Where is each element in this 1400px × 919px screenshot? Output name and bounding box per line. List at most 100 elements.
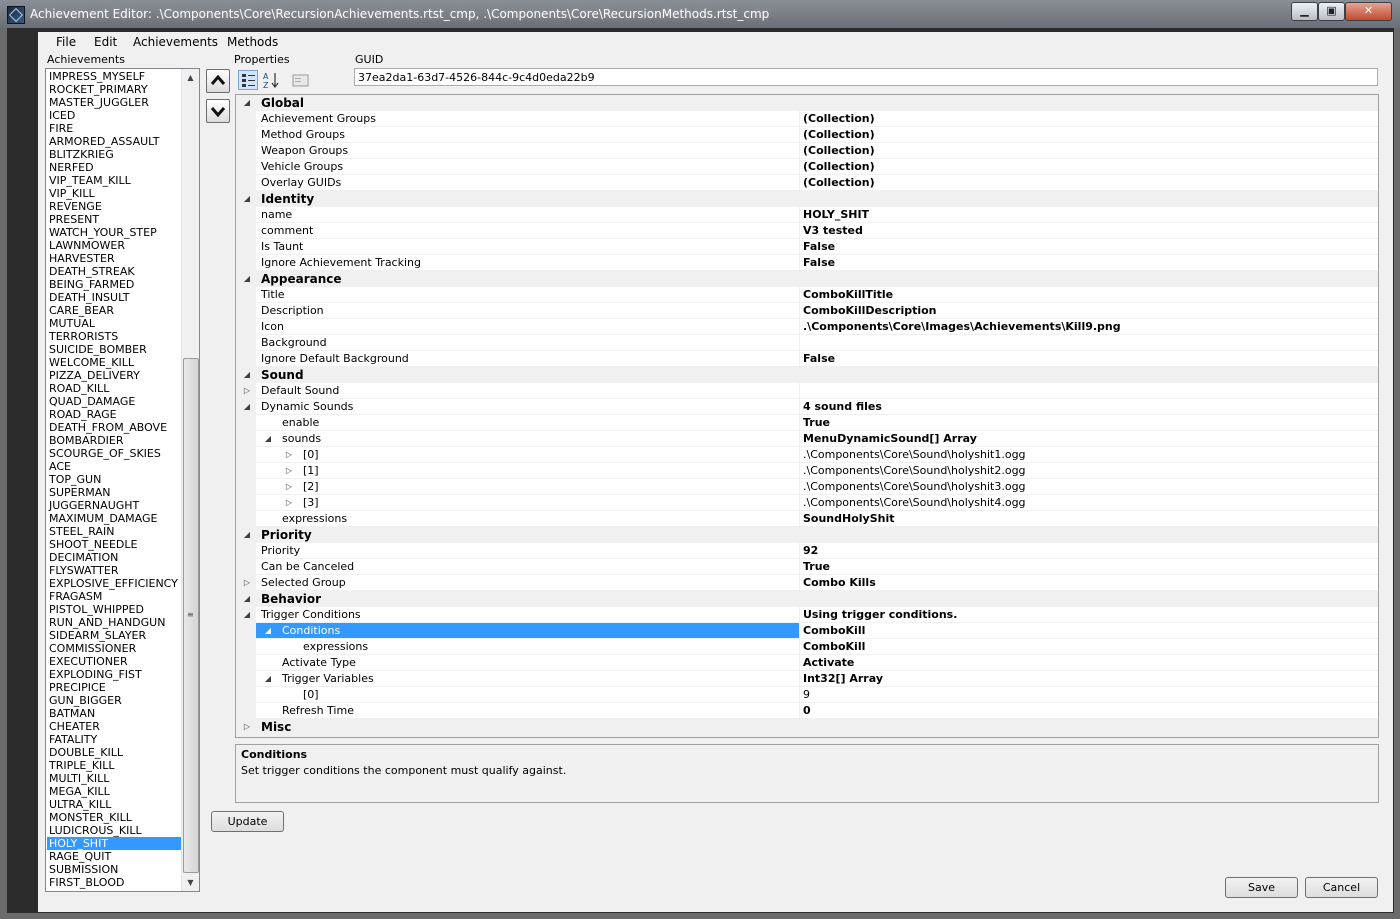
list-item[interactable]: ULTRA_KILL — [47, 798, 181, 811]
collapse-arrow-icon[interactable]: ◢ — [242, 527, 252, 543]
scroll-up-arrow-icon[interactable]: ▲ — [182, 69, 199, 86]
grid-property-row[interactable]: Ignore Default Background False — [236, 351, 1378, 367]
collapse-arrow-icon[interactable]: ◢ — [242, 607, 252, 623]
property-name[interactable]: Trigger Variables ◢ — [256, 671, 800, 686]
list-item[interactable]: ROCKET_PRIMARY — [47, 83, 181, 96]
grid-property-row[interactable]: [2] ▷ .\Components\Core\Sound\holyshit3.og… — [236, 479, 1378, 495]
grid-property-row[interactable]: Icon .\Components\Core\Images\Achievement… — [236, 319, 1378, 335]
property-name[interactable]: Vehicle Groups — [256, 159, 800, 174]
list-item[interactable]: LAWNMOWER — [47, 239, 181, 252]
list-item[interactable]: MULTI_KILL — [47, 772, 181, 785]
list-item[interactable]: FLYSWATTER — [47, 564, 181, 577]
property-value[interactable]: Using trigger conditions. — [800, 607, 1378, 622]
expand-arrow-icon[interactable]: ▷ — [284, 495, 294, 510]
grid-property-row[interactable]: Overlay GUIDs (Collection) — [236, 175, 1378, 191]
menu-file[interactable]: File — [56, 35, 76, 49]
property-name[interactable]: Weapon Groups — [256, 143, 800, 158]
list-item[interactable]: SCOURGE_OF_SKIES — [47, 447, 181, 460]
property-value[interactable]: Combo Kills — [800, 575, 1378, 590]
list-item[interactable]: QUAD_DAMAGE — [47, 395, 181, 408]
property-name[interactable]: Description — [256, 303, 800, 318]
list-item[interactable]: MAXIMUM_DAMAGE — [47, 512, 181, 525]
grid-category-row[interactable]: ▷ Misc — [236, 719, 1378, 735]
minimize-button[interactable]: ▁ — [1291, 2, 1318, 21]
list-item[interactable]: DEATH_STREAK — [47, 265, 181, 278]
property-value[interactable]: V3 tested — [800, 223, 1378, 238]
property-value[interactable]: 4 sound files — [800, 399, 1378, 414]
categorized-view-button[interactable] — [238, 70, 258, 90]
grid-category-row[interactable]: ◢ Behavior — [236, 591, 1378, 607]
category-name[interactable]: Misc — [256, 719, 805, 734]
category-name[interactable]: Appearance — [256, 271, 805, 286]
property-grid[interactable]: ◢ Global Achievement Groups (Collection) Met… — [235, 94, 1379, 738]
grid-category-row[interactable]: ◢ Appearance — [236, 271, 1378, 287]
achievements-scrollbar[interactable]: ▲ ≡ ▼ — [181, 69, 199, 891]
property-value[interactable]: 0 — [800, 703, 1378, 718]
list-item[interactable]: COMMISSIONER — [47, 642, 181, 655]
property-name[interactable]: Is Taunt — [256, 239, 800, 254]
property-name[interactable]: Refresh Time — [256, 703, 800, 718]
menu-achievements[interactable]: Achievements — [133, 35, 218, 49]
collapse-arrow-icon[interactable]: ◢ — [242, 271, 252, 287]
property-name[interactable]: Ignore Achievement Tracking — [256, 255, 800, 270]
property-name[interactable]: Achievement Groups — [256, 111, 800, 126]
property-name[interactable]: [0] ▷ — [256, 447, 800, 462]
property-name[interactable]: Priority — [256, 543, 800, 558]
list-item[interactable]: PRESENT — [47, 213, 181, 226]
property-name[interactable]: name — [256, 207, 800, 222]
list-item[interactable]: NERFED — [47, 161, 181, 174]
grid-property-row[interactable]: Description ComboKillDescription — [236, 303, 1378, 319]
list-item[interactable]: SHOOT_NEEDLE — [47, 538, 181, 551]
list-item[interactable]: ACE — [47, 460, 181, 473]
expand-arrow-icon[interactable]: ▷ — [284, 447, 294, 462]
grid-property-row[interactable]: expressions ComboKill — [236, 639, 1378, 655]
list-item[interactable]: WELCOME_KILL — [47, 356, 181, 369]
property-value[interactable]: .\Components\Core\Images\Achievements\Ki… — [800, 319, 1378, 334]
list-item[interactable]: FIRST_BLOOD — [47, 876, 181, 889]
scroll-thumb[interactable]: ≡ — [183, 358, 199, 873]
property-value[interactable]: ComboKill — [800, 639, 1378, 654]
property-name[interactable]: [2] ▷ — [256, 479, 800, 494]
expand-arrow-icon[interactable]: ▷ — [242, 719, 252, 735]
grid-property-row[interactable]: Background — [236, 335, 1378, 351]
alphabetical-sort-button[interactable]: A Z — [261, 70, 281, 90]
list-item[interactable]: JUGGERNAUGHT — [47, 499, 181, 512]
grid-category-row[interactable]: ◢ Priority — [236, 527, 1378, 543]
property-value[interactable]: False — [800, 351, 1378, 366]
property-value[interactable]: MenuDynamicSound[] Array — [800, 431, 1378, 446]
grid-property-row[interactable]: [0] 9 — [236, 687, 1378, 703]
expand-arrow-icon[interactable]: ▷ — [242, 383, 252, 399]
list-item[interactable]: SIDEARM_SLAYER — [47, 629, 181, 642]
grid-property-row[interactable]: Ignore Achievement Tracking False — [236, 255, 1378, 271]
list-item[interactable]: BLITZKRIEG — [47, 148, 181, 161]
property-name[interactable]: Ignore Default Background — [256, 351, 800, 366]
cancel-button[interactable]: Cancel — [1305, 877, 1378, 898]
list-item[interactable]: CARE_BEAR — [47, 304, 181, 317]
grid-property-row[interactable]: ◢ Dynamic Sounds 4 sound files — [236, 399, 1378, 415]
property-pages-button[interactable] — [291, 70, 311, 90]
property-name[interactable]: Selected Group — [256, 575, 800, 590]
grid-property-row[interactable]: Priority 92 — [236, 543, 1378, 559]
property-name[interactable]: Trigger Conditions — [256, 607, 800, 622]
expand-arrow-icon[interactable]: ▷ — [284, 479, 294, 494]
property-value[interactable]: 9 — [800, 687, 1378, 702]
achievements-listbox[interactable]: IMPRESS_MYSELF ROCKET_PRIMARY MASTER_JUGGL… — [45, 68, 200, 892]
property-value[interactable]: False — [800, 239, 1378, 254]
list-item[interactable]: PIZZA_DELIVERY — [47, 369, 181, 382]
category-name[interactable]: Sound — [256, 367, 805, 382]
property-name[interactable]: Default Sound — [256, 383, 800, 398]
list-item[interactable]: DEATH_FROM_ABOVE — [47, 421, 181, 434]
property-name[interactable]: enable — [256, 415, 800, 430]
property-value[interactable]: .\Components\Core\Sound\holyshit3.ogg — [800, 479, 1378, 494]
property-value[interactable]: ComboKillDescription — [800, 303, 1378, 318]
property-name[interactable]: Icon — [256, 319, 800, 334]
collapse-arrow-icon[interactable]: ◢ — [263, 623, 273, 638]
property-name[interactable]: [3] ▷ — [256, 495, 800, 510]
grid-property-row[interactable]: ◢ Trigger Conditions Using trigger conditi… — [236, 607, 1378, 623]
list-item[interactable]: REVENGE — [47, 200, 181, 213]
list-item[interactable]: DEATH_INSULT — [47, 291, 181, 304]
property-value[interactable]: True — [800, 415, 1378, 430]
property-name[interactable]: Method Groups — [256, 127, 800, 142]
property-name[interactable]: expressions — [256, 639, 800, 654]
collapse-arrow-icon[interactable]: ◢ — [242, 399, 252, 415]
